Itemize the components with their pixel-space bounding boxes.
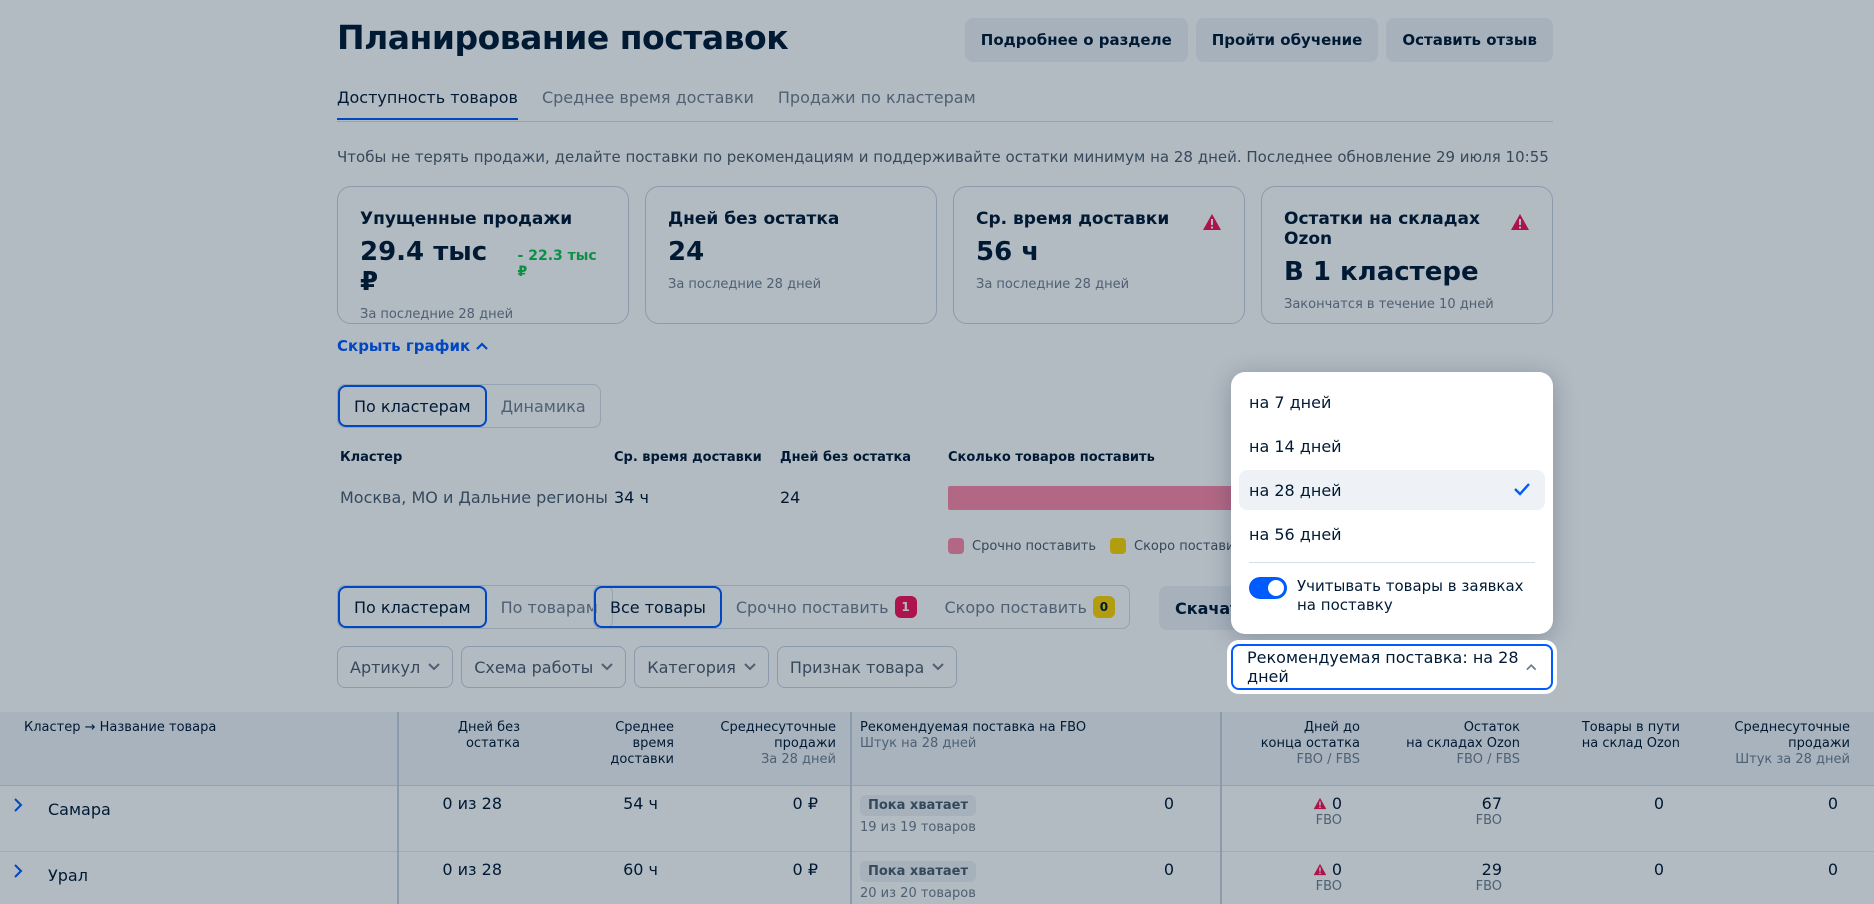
divider — [1249, 562, 1535, 563]
checkmark-icon — [1514, 483, 1530, 496]
recommended-supply-select[interactable]: Рекомендуемая поставка: на 28 дней — [1231, 644, 1553, 690]
supply-period-dropdown: на 7 дней на 14 дней на 28 дней на 56 дн… — [1231, 372, 1553, 634]
option-28-days[interactable]: на 28 дней — [1239, 470, 1545, 510]
include-requests-row: Учитывать товары в заявках на поставку — [1239, 577, 1545, 615]
option-7-days[interactable]: на 7 дней — [1239, 382, 1545, 422]
toggle-label: Учитывать товары в заявках на поставку — [1297, 577, 1524, 615]
option-label: на 28 дней — [1249, 480, 1342, 500]
toggle-label-line: на поставку — [1297, 596, 1393, 614]
select-value: Рекомендуемая поставка: на 28 дней — [1247, 648, 1519, 686]
modal-overlay[interactable] — [0, 0, 1874, 904]
page: Планирование поставок Подробнее о раздел… — [0, 0, 1874, 904]
include-requests-toggle[interactable] — [1249, 577, 1287, 599]
chevron-up-icon — [1526, 664, 1537, 671]
option-56-days[interactable]: на 56 дней — [1239, 514, 1545, 554]
toggle-label-line: Учитывать товары в заявках — [1297, 577, 1524, 595]
option-14-days[interactable]: на 14 дней — [1239, 426, 1545, 466]
